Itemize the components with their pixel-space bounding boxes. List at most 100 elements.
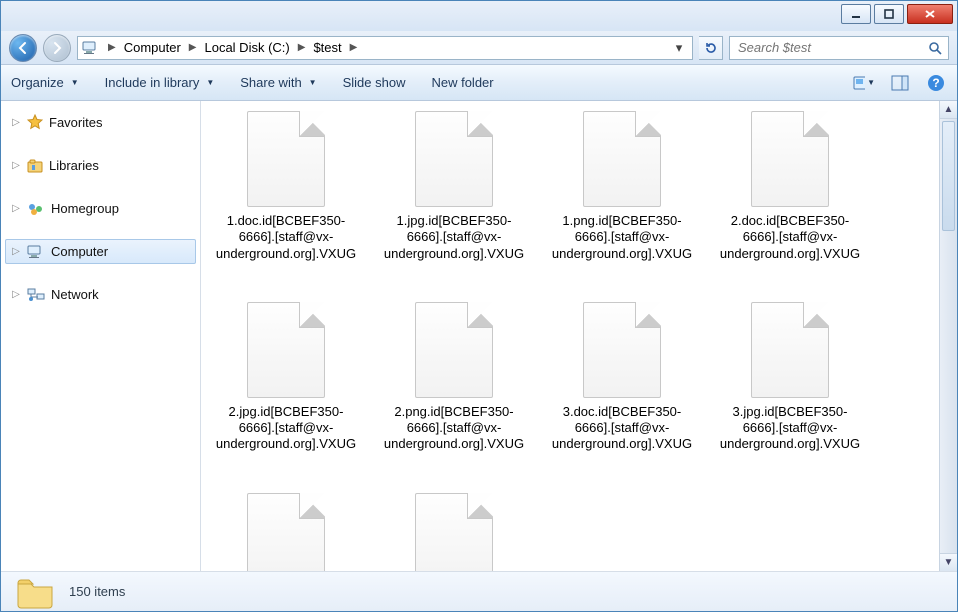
sidebar-item-libraries[interactable]: ▷ Libraries xyxy=(5,153,196,178)
chevron-right-icon: ▶ xyxy=(298,42,306,53)
file-item[interactable]: 2.doc.id[BCBEF350-6666].[staff@vx-underg… xyxy=(719,111,861,262)
status-bar: 150 items xyxy=(1,571,957,611)
generic-file-icon xyxy=(415,111,493,207)
close-icon xyxy=(924,9,936,19)
folder-icon xyxy=(15,575,55,609)
expand-arrow-icon[interactable]: ▷ xyxy=(11,289,21,300)
expand-arrow-icon[interactable]: ▷ xyxy=(11,203,21,214)
sidebar-label: Libraries xyxy=(49,158,99,173)
libraries-icon xyxy=(27,159,43,173)
change-view-button[interactable]: ▼ xyxy=(853,72,875,94)
file-item[interactable]: 3.jpg.id[BCBEF350-6666].[staff@vx-underg… xyxy=(719,302,861,453)
homegroup-icon xyxy=(27,202,45,216)
forward-arrow-icon xyxy=(50,41,64,55)
back-arrow-icon xyxy=(16,41,30,55)
computer-icon xyxy=(27,245,45,259)
address-dropdown-button[interactable]: ▾ xyxy=(670,40,688,56)
sidebar-item-computer[interactable]: ▷ Computer xyxy=(5,239,196,264)
file-item[interactable]: 4.doc.id[BCBEF350-6666].[staff@vx-underg… xyxy=(383,493,525,572)
file-item[interactable]: 1.jpg.id[BCBEF350-6666].[staff@vx-underg… xyxy=(383,111,525,262)
navigation-pane: ▷ Favorites ▷ Libraries ▷ Homegroup ▷ Co… xyxy=(1,101,201,571)
generic-file-icon xyxy=(583,111,661,207)
file-item[interactable]: 3.png.id[BCBEF350-6666].[staff@vx-underg… xyxy=(215,493,357,572)
forward-button[interactable] xyxy=(43,34,71,62)
file-name-label: 1.doc.id[BCBEF350-6666].[staff@vx-underg… xyxy=(215,213,357,262)
refresh-icon xyxy=(704,41,718,55)
file-item[interactable]: 1.doc.id[BCBEF350-6666].[staff@vx-underg… xyxy=(215,111,357,262)
file-item[interactable]: 2.jpg.id[BCBEF350-6666].[staff@vx-underg… xyxy=(215,302,357,453)
preview-pane-icon xyxy=(891,75,909,91)
chevron-down-icon: ▼ xyxy=(206,78,214,87)
share-with-menu[interactable]: Share with ▼ xyxy=(240,75,316,90)
file-item[interactable]: 1.png.id[BCBEF350-6666].[staff@vx-underg… xyxy=(551,111,693,262)
generic-file-icon xyxy=(247,493,325,572)
file-item[interactable]: 2.png.id[BCBEF350-6666].[staff@vx-underg… xyxy=(383,302,525,453)
item-count-label: 150 items xyxy=(69,584,125,599)
new-folder-button[interactable]: New folder xyxy=(431,75,493,90)
generic-file-icon xyxy=(751,111,829,207)
explorer-window: ▶ Computer ▶ Local Disk (C:) ▶ $test ▶ ▾… xyxy=(0,0,958,612)
slideshow-button[interactable]: Slide show xyxy=(343,75,406,90)
view-icon xyxy=(853,75,865,91)
nav-bar: ▶ Computer ▶ Local Disk (C:) ▶ $test ▶ ▾ xyxy=(1,31,957,65)
chevron-down-icon: ▼ xyxy=(309,78,317,87)
file-name-label: 2.doc.id[BCBEF350-6666].[staff@vx-underg… xyxy=(719,213,861,262)
chevron-right-icon: ▶ xyxy=(108,42,116,53)
svg-text:?: ? xyxy=(932,76,939,90)
sidebar-item-favorites[interactable]: ▷ Favorites xyxy=(5,109,196,135)
scrollbar-track[interactable] xyxy=(940,233,957,553)
file-name-label: 3.doc.id[BCBEF350-6666].[staff@vx-underg… xyxy=(551,404,693,453)
address-bar[interactable]: ▶ Computer ▶ Local Disk (C:) ▶ $test ▶ ▾ xyxy=(77,36,693,60)
minimize-button[interactable] xyxy=(841,4,871,24)
file-item[interactable]: 3.doc.id[BCBEF350-6666].[staff@vx-underg… xyxy=(551,302,693,453)
share-label: Share with xyxy=(240,75,301,90)
generic-file-icon xyxy=(247,302,325,398)
sidebar-item-network[interactable]: ▷ Network xyxy=(5,282,196,307)
generic-file-icon xyxy=(415,302,493,398)
file-name-label: 2.png.id[BCBEF350-6666].[staff@vx-underg… xyxy=(383,404,525,453)
breadcrumb-drive[interactable]: Local Disk (C:) xyxy=(204,40,289,55)
chevron-down-icon: ▼ xyxy=(867,78,875,87)
generic-file-icon xyxy=(583,302,661,398)
expand-arrow-icon[interactable]: ▷ xyxy=(11,246,21,257)
file-name-label: 1.png.id[BCBEF350-6666].[staff@vx-underg… xyxy=(551,213,693,262)
scrollbar-thumb[interactable] xyxy=(942,121,955,231)
generic-file-icon xyxy=(247,111,325,207)
include-label: Include in library xyxy=(105,75,200,90)
maximize-icon xyxy=(884,9,894,19)
sidebar-label: Network xyxy=(51,287,99,302)
organize-label: Organize xyxy=(11,75,64,90)
sidebar-label: Favorites xyxy=(49,115,102,130)
chevron-down-icon: ▼ xyxy=(71,78,79,87)
vertical-scrollbar[interactable]: ▲ ▼ xyxy=(939,101,957,571)
sidebar-item-homegroup[interactable]: ▷ Homegroup xyxy=(5,196,196,221)
star-icon xyxy=(27,114,43,130)
search-icon xyxy=(928,41,942,55)
command-bar: Organize ▼ Include in library ▼ Share with… xyxy=(1,65,957,101)
file-name-label: 1.jpg.id[BCBEF350-6666].[staff@vx-underg… xyxy=(383,213,525,262)
search-box[interactable] xyxy=(729,36,949,60)
help-button[interactable]: ? xyxy=(925,72,947,94)
file-list[interactable]: 1.doc.id[BCBEF350-6666].[staff@vx-underg… xyxy=(201,101,939,571)
preview-pane-button[interactable] xyxy=(889,72,911,94)
scroll-down-button[interactable]: ▼ xyxy=(940,553,957,571)
expand-arrow-icon[interactable]: ▷ xyxy=(11,117,21,128)
refresh-button[interactable] xyxy=(699,36,723,60)
content-area: ▷ Favorites ▷ Libraries ▷ Homegroup ▷ Co… xyxy=(1,101,957,571)
title-bar xyxy=(1,1,957,31)
search-input[interactable] xyxy=(736,39,922,56)
scroll-up-button[interactable]: ▲ xyxy=(940,101,957,119)
computer-icon xyxy=(82,41,100,55)
file-name-label: 2.jpg.id[BCBEF350-6666].[staff@vx-underg… xyxy=(215,404,357,453)
chevron-right-icon: ▶ xyxy=(350,42,358,53)
breadcrumb-computer[interactable]: Computer xyxy=(124,40,181,55)
close-button[interactable] xyxy=(907,4,953,24)
breadcrumb-folder[interactable]: $test xyxy=(313,40,341,55)
maximize-button[interactable] xyxy=(874,4,904,24)
file-name-label: 3.jpg.id[BCBEF350-6666].[staff@vx-underg… xyxy=(719,404,861,453)
back-button[interactable] xyxy=(9,34,37,62)
include-in-library-menu[interactable]: Include in library ▼ xyxy=(105,75,215,90)
sidebar-label: Homegroup xyxy=(51,201,119,216)
organize-menu[interactable]: Organize ▼ xyxy=(11,75,79,90)
expand-arrow-icon[interactable]: ▷ xyxy=(11,160,21,171)
